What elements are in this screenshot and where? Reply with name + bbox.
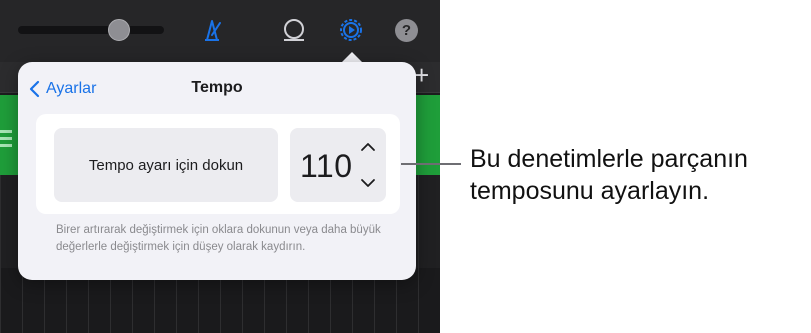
callout-line-1: Bu denetimlerle parçanın [470, 145, 748, 173]
track-header-icon [0, 130, 14, 154]
hint-text: Birer artırarak değiştirmek için oklara … [56, 224, 381, 253]
volume-slider-knob[interactable] [108, 19, 130, 41]
volume-slider-track[interactable] [18, 26, 164, 34]
tempo-value[interactable]: 110 [300, 148, 353, 185]
popover-title: Tempo [191, 79, 243, 96]
callout-text: Bu denetimlerle parçanın temposunu ayarl… [470, 143, 810, 207]
tempo-stepper[interactable]: 110 [290, 128, 386, 202]
chevron-up-icon[interactable] [360, 142, 376, 152]
tempo-card: Tempo ayarı için dokun 110 [36, 114, 400, 214]
callout-line [401, 163, 461, 165]
add-track-button[interactable]: + [414, 62, 429, 88]
chevron-down-icon[interactable] [360, 178, 376, 188]
metronome-icon[interactable] [198, 16, 226, 44]
settings-gear-icon[interactable] [337, 16, 365, 44]
tempo-popover: Ayarlar Tempo Tempo ayarı için dokun 110… [18, 62, 416, 280]
help-icon[interactable]: ? [395, 19, 418, 42]
toolbar: ? [0, 0, 440, 62]
loop-icon[interactable] [280, 16, 308, 44]
callout-line-2: temposunu ayarlayın. [470, 177, 710, 205]
tap-tempo-button[interactable]: Tempo ayarı için dokun [54, 128, 278, 202]
